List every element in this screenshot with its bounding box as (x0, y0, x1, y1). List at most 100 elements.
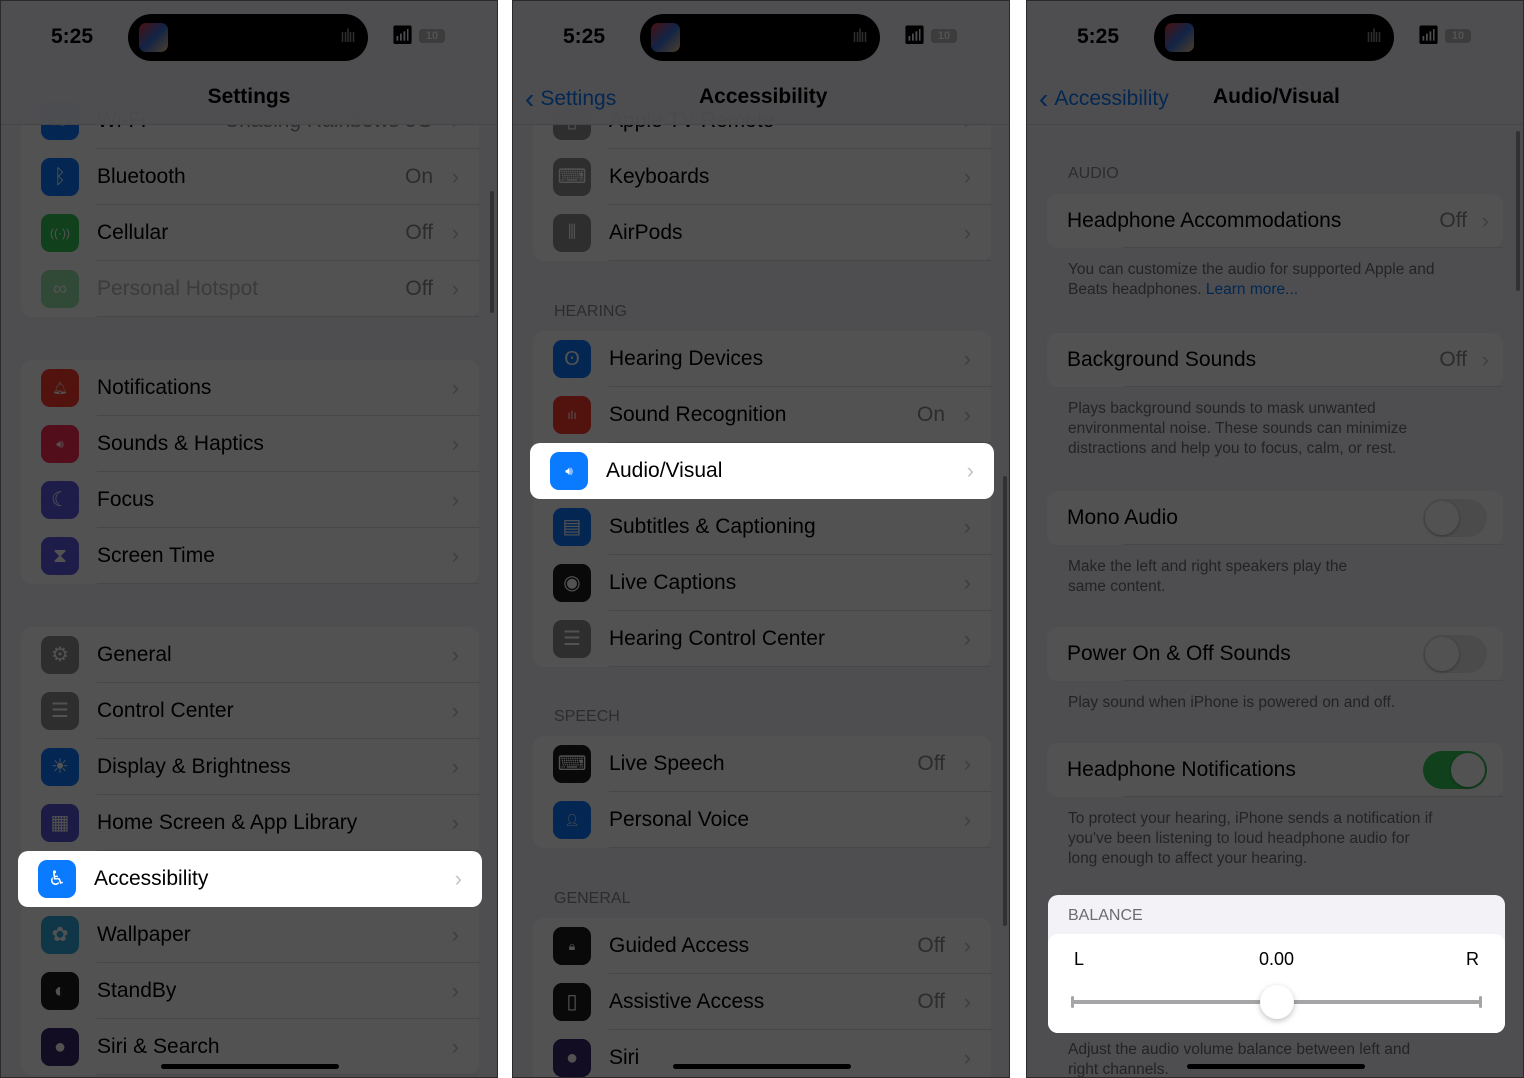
scrollbar[interactable] (1516, 131, 1520, 291)
settings-group: ⚙ General › ☰ Control Center › ☀ Display & Brig… (18, 627, 482, 1075)
footer-line: distractions and help you to focus, calm… (1068, 440, 1397, 457)
settings-row-bluetooth[interactable]: ᛒ Bluetooth On › (21, 149, 479, 205)
settings-row-sound-recognition[interactable]: ılı Sound Recognition On › (533, 387, 991, 443)
settings-row-keyboards[interactable]: ⌨ Keyboards › (533, 149, 991, 205)
status-time: 5:25 (51, 25, 94, 48)
home-indicator[interactable] (673, 1064, 851, 1069)
row-label: Bluetooth (97, 165, 186, 188)
dynamic-island[interactable]: ıılıı (1154, 14, 1394, 61)
back-button[interactable]: ‹ Accessibility (1039, 83, 1169, 115)
footer-line: Adjust the audio volume balance between … (1068, 1041, 1411, 1058)
settings-row-accessibility[interactable]: ♿︎ Accessibility › (18, 851, 482, 907)
audio-visual-icon: 🔊︎ (550, 452, 588, 490)
row-value: On (404, 165, 433, 188)
chevron-right-icon: › (966, 458, 974, 483)
settings-row-live-speech[interactable]: ⌨ Live Speech Off › (533, 736, 991, 792)
section-footer: Play sound when iPhone is powered on and… (1068, 693, 1498, 713)
phone-screen-1: ≋Wi-FiChasing Rainbows 5G›ᛒBluetoothOn›(… (0, 0, 498, 1078)
lock-icon: 🔒︎ (553, 927, 591, 965)
settings-row-control-center[interactable]: ☰ Control Center › (21, 683, 479, 739)
settings-row-subtitles-captioning[interactable]: ▤ Subtitles & Captioning › (533, 499, 991, 555)
section-footer: To protect your hearing, iPhone sends a … (1068, 809, 1498, 869)
status-time: 5:25 (563, 25, 606, 48)
settings-row-screen-time[interactable]: ⧗ Screen Time › (21, 528, 479, 584)
hourglass-icon: ⧗ (41, 537, 79, 575)
row-value: Off (1439, 348, 1467, 371)
toggle-switch[interactable] (1423, 499, 1487, 537)
row-label: Screen Time (97, 544, 215, 567)
back-label: Settings (540, 87, 617, 110)
now-playing-artwork (651, 23, 680, 52)
dynamic-island[interactable]: ıılıı (128, 14, 368, 61)
chevron-left-icon: ‹ (525, 83, 535, 114)
row-label: Subtitles & Captioning (609, 515, 816, 538)
settings-row-personal-hotspot[interactable]: ∞ Personal Hotspot Off › (21, 261, 479, 317)
settings-row-personal-voice[interactable]: 👤︎ Personal Voice › (533, 792, 991, 848)
dynamic-island[interactable]: ıılıı (640, 14, 880, 61)
settings-group: 🔒︎ Guided Access Off › ▯ Assistive Access Off ›… (533, 918, 991, 1077)
sound-recognition-icon: ılı (553, 396, 591, 434)
row-divider (609, 260, 991, 261)
row-value: Off (405, 277, 433, 300)
learn-more-link[interactable]: Learn more... (1206, 281, 1298, 298)
row-divider (97, 1074, 479, 1075)
row-label: Siri (609, 1046, 640, 1069)
section-header: SPEECH (554, 708, 620, 725)
toggle-knob (1425, 637, 1459, 671)
settings-row-notifications[interactable]: 🔔︎ Notifications › (21, 360, 479, 416)
settings-row-home-screen-app-library[interactable]: ▦ Home Screen & App Library › (21, 795, 479, 851)
settings-row-background-sounds[interactable]: Background Sounds Off › (1047, 333, 1503, 387)
toggle-switch[interactable] (1423, 751, 1487, 789)
row-label: Wallpaper (97, 923, 191, 946)
row-divider (609, 847, 991, 848)
battery-icon: 10 (931, 29, 957, 43)
now-playing-artwork (1165, 23, 1194, 52)
settings-row-wallpaper[interactable]: ✿ Wallpaper › (21, 907, 479, 963)
row-label: Accessibility (94, 867, 209, 890)
home-indicator[interactable] (1187, 1064, 1365, 1069)
chevron-right-icon: › (963, 164, 971, 189)
footer-line: you've been listening to loud headphone … (1068, 830, 1410, 847)
row-label: General (97, 643, 172, 666)
settings-row-assistive-access[interactable]: ▯ Assistive Access Off › (533, 974, 991, 1030)
chevron-right-icon: › (451, 487, 459, 512)
settings-row-mono-audio: Mono Audio (1047, 491, 1503, 545)
accessibility-person-icon: ♿︎ (38, 860, 76, 898)
settings-row-airpods[interactable]: ⦀ AirPods › (533, 205, 991, 261)
footer-line: Plays background sounds to mask unwanted (1068, 400, 1376, 417)
back-button[interactable]: ‹ Settings (525, 83, 616, 115)
settings-row-focus[interactable]: ☾ Focus › (21, 472, 479, 528)
chevron-right-icon: › (451, 642, 459, 667)
slider-thumb[interactable] (1259, 985, 1294, 1019)
footer-line: same content. (1068, 578, 1166, 595)
scrollbar[interactable] (490, 191, 494, 313)
settings-row-general[interactable]: ⚙ General › (21, 627, 479, 683)
balance-slider[interactable] (1071, 985, 1482, 1019)
settings-row-hearing-control-center[interactable]: ☰ Hearing Control Center › (533, 611, 991, 667)
chevron-right-icon: › (963, 514, 971, 539)
settings-row-cellular[interactable]: ((·)) Cellular Off › (21, 205, 479, 261)
section-header: HEARING (554, 303, 627, 320)
settings-row-sounds-haptics[interactable]: 🔊︎ Sounds & Haptics › (21, 416, 479, 472)
home-indicator[interactable] (161, 1064, 339, 1069)
row-label: Assistive Access (609, 990, 765, 1013)
toggle-switch[interactable] (1423, 635, 1487, 673)
chevron-right-icon: › (1481, 347, 1489, 372)
settings-row-siri[interactable]: ● Siri › (533, 1030, 991, 1077)
settings-row-live-captions[interactable]: ◉ Live Captions › (533, 555, 991, 611)
chevron-right-icon: › (451, 754, 459, 779)
row-label: Cellular (97, 221, 169, 244)
chevron-right-icon: › (451, 698, 459, 723)
settings-row-guided-access[interactable]: 🔒︎ Guided Access Off › (533, 918, 991, 974)
settings-row-hearing-devices[interactable]: ʘ Hearing Devices › (533, 331, 991, 387)
chevron-right-icon: › (454, 866, 462, 891)
settings-row-headphone-accommodations[interactable]: Headphone Accommodations Off › (1047, 194, 1503, 248)
scrollbar[interactable] (1003, 476, 1007, 926)
wifi-status-icon: 📶︎ (391, 25, 414, 45)
settings-row-display-brightness[interactable]: ☀ Display & Brightness › (21, 739, 479, 795)
chevron-right-icon: › (451, 431, 459, 456)
settings-row-standby[interactable]: ◐ StandBy › (21, 963, 479, 1019)
settings-row-audio-visual[interactable]: 🔊︎ Audio/Visual › (530, 443, 994, 499)
settings-group: Mono Audio (1047, 491, 1503, 545)
row-label: AirPods (609, 221, 683, 244)
